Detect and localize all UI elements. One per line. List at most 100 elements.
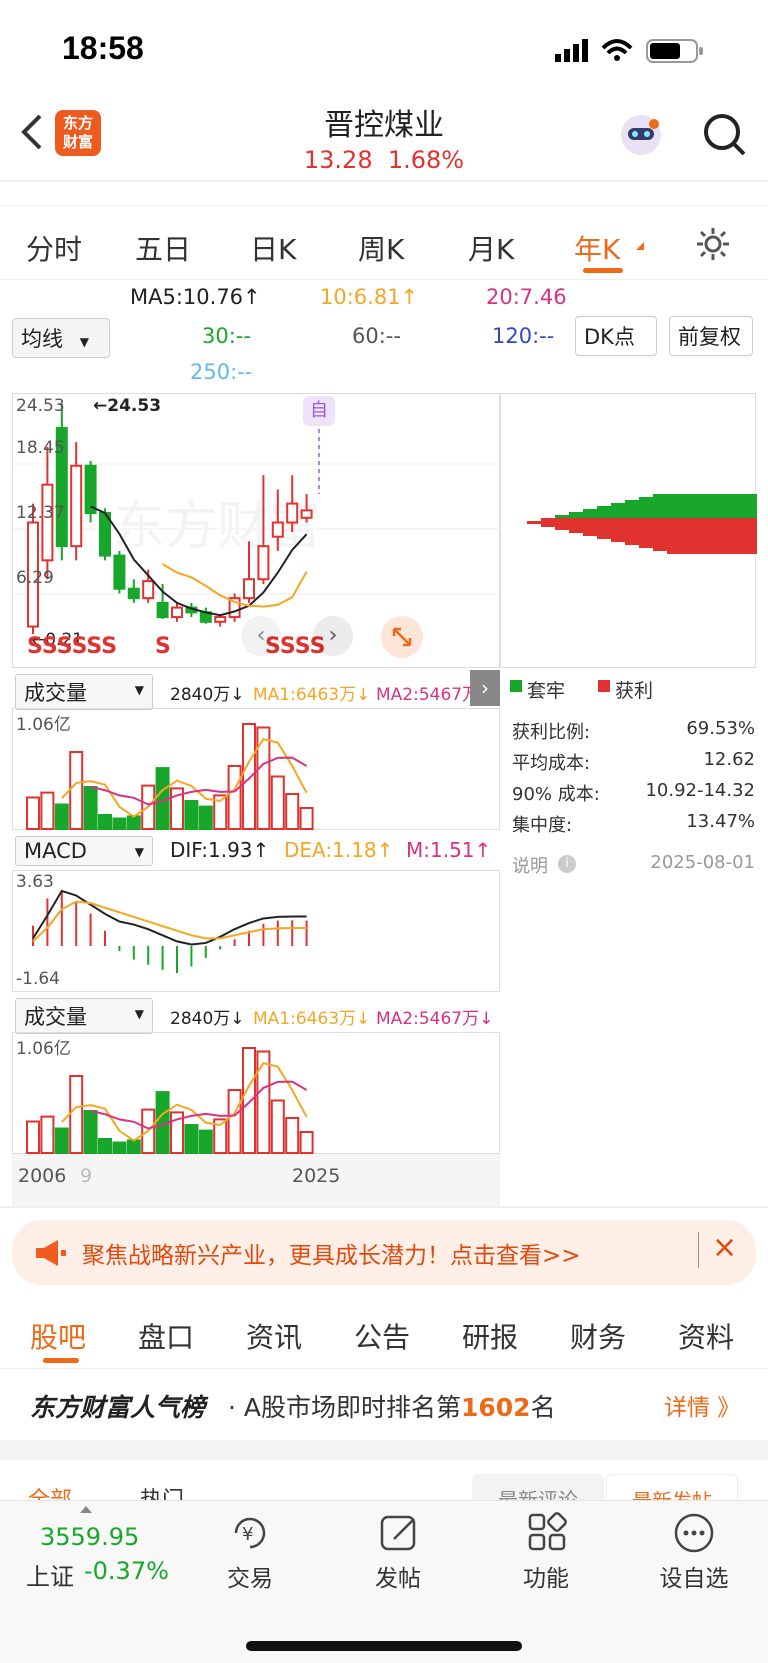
chip-bar	[555, 527, 757, 530]
tab-announcement[interactable]: 公告	[354, 1316, 410, 1356]
banner-close-icon[interactable]: ×	[712, 1230, 737, 1265]
nav-trade[interactable]: 交易	[200, 1559, 300, 1593]
tab-profile[interactable]: 资料	[678, 1316, 734, 1356]
chip-bar	[653, 548, 757, 551]
info-icon[interactable]: i	[558, 855, 576, 873]
tab-year-k[interactable]: 年K	[574, 228, 620, 268]
max-price-marker: ←24.53	[93, 396, 162, 416]
index-up-arrow-icon	[80, 1506, 92, 1513]
chevron-down-icon: ▼	[134, 1007, 144, 1021]
tab-month-k[interactable]: 月K	[468, 228, 514, 268]
function-grid-icon[interactable]	[526, 1511, 570, 1559]
tab-fenshi[interactable]: 分时	[26, 228, 82, 268]
home-indicator	[246, 1641, 522, 1651]
volume-bar	[26, 796, 40, 830]
chip-distribution-svg	[527, 494, 757, 554]
tab-pankou[interactable]: 盘口	[138, 1316, 194, 1356]
tab-guba[interactable]: 股吧	[30, 1316, 86, 1356]
volume-select-label-2: 成交量	[24, 1005, 87, 1029]
chip-bar	[569, 512, 757, 515]
tab-active-underline	[583, 268, 623, 273]
volume-indicator-select-2[interactable]: 成交量 ▼	[15, 998, 153, 1034]
chevron-left-icon[interactable]: ‹	[241, 616, 281, 656]
dk-point-button[interactable]: DK点	[575, 316, 657, 356]
ma60-value: 60:--	[352, 324, 401, 348]
volume-bar	[227, 1089, 242, 1154]
promo-banner[interactable]: 聚焦战略新兴产业，更具成长潜力！点击查看>> ×	[12, 1220, 756, 1285]
index-change[interactable]: -0.37%	[84, 1557, 169, 1585]
stock-price: 13.28	[303, 146, 373, 174]
chip-bar	[653, 494, 757, 497]
macd-dea: DEA:1.18↑	[284, 838, 394, 862]
feed-tab-hot[interactable]: 热门	[140, 1482, 184, 1500]
macd-indicator-select[interactable]: MACD ▼	[15, 836, 153, 866]
sell-signal-mid: S	[155, 634, 171, 659]
volume-bar	[299, 807, 314, 830]
chart-bottom-divider	[0, 1206, 768, 1208]
chip-bar	[555, 515, 757, 518]
tab-research[interactable]: 研报	[462, 1316, 518, 1356]
kline-chart[interactable]: 东方财富 24.53 18.45 12.37 6.29 ←24.53 ←0.21…	[12, 393, 501, 668]
ma10-value: 10:6.81↑	[320, 285, 419, 309]
volume-bar	[285, 793, 300, 830]
popularity-detail-link[interactable]: 详情 》	[664, 1388, 740, 1422]
restore-right-button[interactable]: 前复权	[669, 316, 753, 356]
line-type-select[interactable]: 均线 ▼	[12, 318, 110, 358]
chip-bar	[527, 521, 757, 524]
tab-week-k[interactable]: 周K	[358, 228, 404, 268]
candle-body	[113, 554, 126, 590]
tab-finance[interactable]: 财务	[570, 1316, 626, 1356]
volume-ma2-2: MA2:5467万↓	[376, 1009, 494, 1029]
volume-indicator-select[interactable]: 成交量 ▼	[15, 674, 153, 710]
self-select-marker[interactable]: 自	[303, 396, 335, 426]
volume-bar	[184, 800, 199, 830]
search-icon[interactable]	[702, 112, 748, 162]
post-edit-icon[interactable]	[378, 1511, 422, 1559]
settings-gear-icon[interactable]	[695, 226, 731, 266]
status-time: 18:58	[62, 30, 144, 66]
candle-body	[286, 502, 299, 524]
period-tabs: 分时 五日 日K 周K 月K 年K	[0, 205, 768, 280]
nav-function[interactable]: 功能	[496, 1559, 596, 1593]
chip-note-label[interactable]: 说明	[512, 852, 548, 878]
index-name[interactable]: 上证	[26, 1557, 74, 1592]
chevron-down-icon: ▼	[134, 845, 144, 859]
popularity-rank: 1602	[461, 1393, 531, 1422]
watchlist-more-icon[interactable]	[672, 1511, 716, 1559]
chip-bar	[639, 545, 757, 548]
sell-signals-left: SSSSSS	[27, 634, 118, 659]
tab-news[interactable]: 资讯	[246, 1316, 302, 1356]
tab-day-k[interactable]: 日K	[250, 228, 296, 268]
concentration-label: 集中度:	[512, 815, 573, 836]
popularity-text[interactable]: · A股市场即时排名第1602名	[228, 1388, 556, 1424]
feed-sort-latest-comment[interactable]: 最新评论	[472, 1474, 604, 1500]
legend-trap-swatch	[510, 680, 522, 692]
header-divider	[0, 180, 768, 182]
panel-expand-chevron-icon[interactable]: ›	[470, 670, 500, 706]
tab-five-day[interactable]: 五日	[135, 228, 191, 268]
volume-bar	[83, 786, 98, 830]
volume-ma1-2: MA1:6463万↓	[253, 1009, 371, 1029]
chip-distribution-chart[interactable]	[500, 393, 757, 668]
index-value[interactable]: 3559.95	[40, 1523, 139, 1551]
assistant-robot-icon[interactable]	[616, 110, 666, 160]
expand-icon[interactable]	[381, 616, 423, 658]
legend-profit-label: 获利	[615, 680, 654, 702]
candle-body	[257, 545, 270, 581]
nav-add-watchlist[interactable]: 设自选	[644, 1559, 744, 1593]
feed-tab-all[interactable]: 全部	[28, 1482, 72, 1500]
chevron-right-icon[interactable]: ›	[313, 616, 353, 656]
line-type-label: 均线	[21, 327, 63, 351]
feed-sort-latest-post[interactable]: 最新发帖	[606, 1474, 738, 1500]
macd-m: M:1.51↑	[406, 838, 492, 862]
legend-profit-swatch	[598, 680, 610, 692]
macd-chart: 3.63 -1.64	[12, 870, 500, 992]
trade-icon[interactable]: ¥	[228, 1511, 272, 1559]
volume-bar	[83, 1110, 98, 1154]
volume-bar	[126, 1139, 141, 1155]
dk-point-label: DK点	[584, 325, 635, 349]
candle-body	[84, 464, 97, 515]
volume-bar	[69, 751, 84, 830]
profit-ratio-label: 获利比例:	[512, 722, 591, 743]
nav-post[interactable]: 发帖	[348, 1559, 448, 1593]
